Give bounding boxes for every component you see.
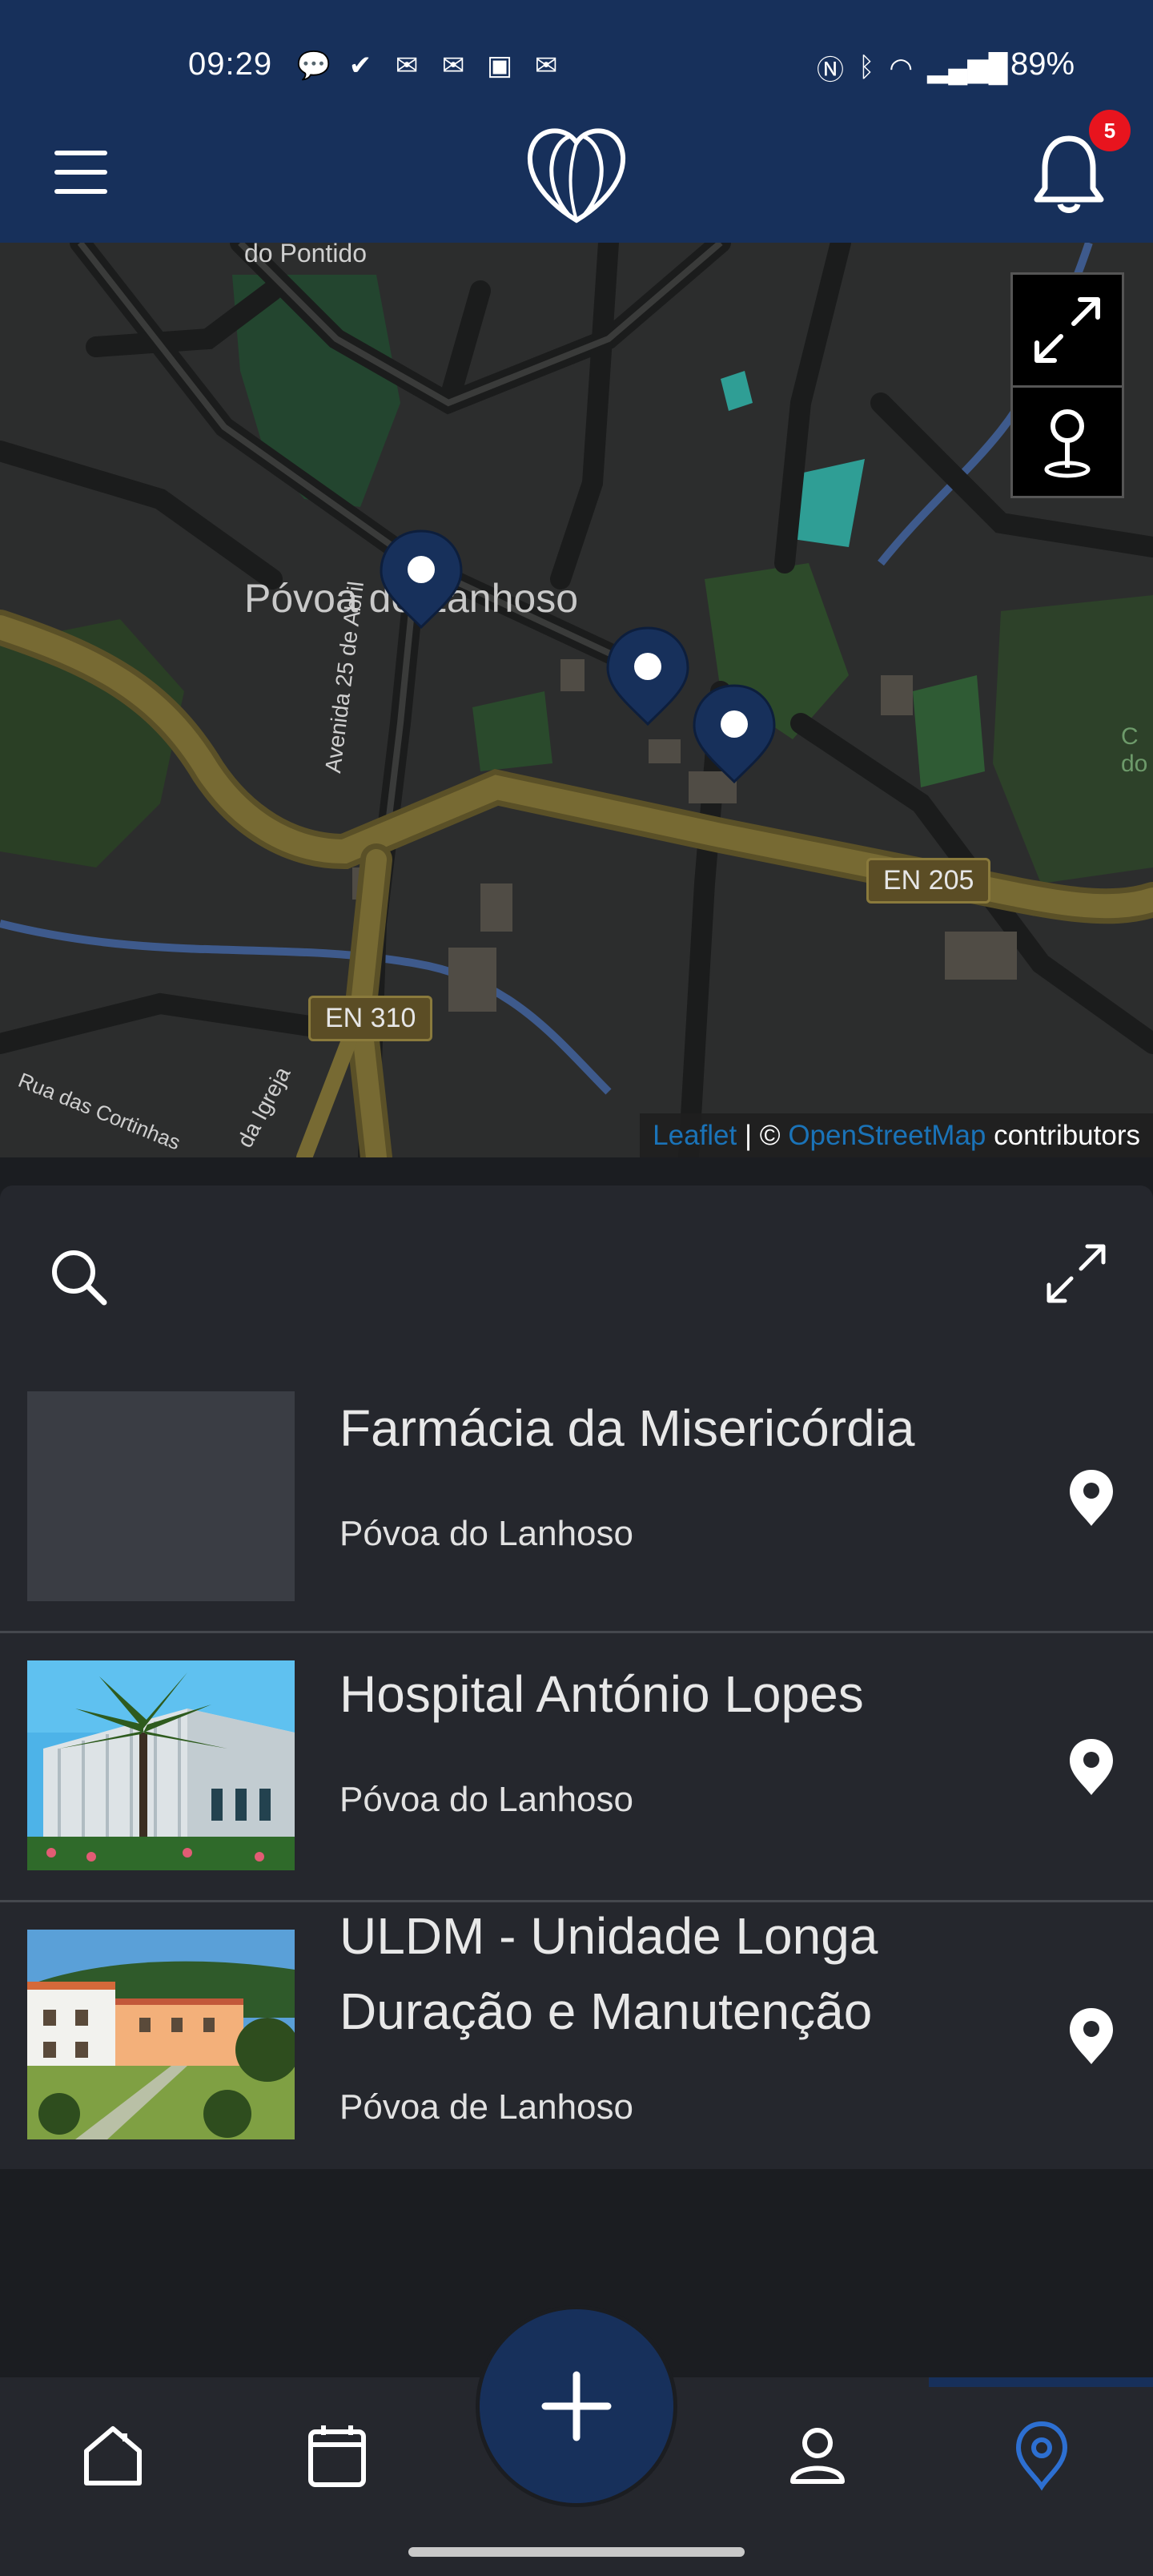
signal-icon: ▂▄▆█ (927, 52, 1008, 83)
location-pin-icon (1044, 409, 1091, 477)
list-item[interactable]: Farmácia da Misericórdia Póvoa do Lanhos… (0, 1363, 1153, 1632)
teams-icon: ▣ (486, 50, 513, 81)
check-icon: ✔ (348, 50, 372, 81)
notification-badge: 5 (1089, 110, 1131, 151)
place-location: Póvoa do Lanhoso (339, 1514, 633, 1553)
outlook-icon: ✉ (395, 50, 419, 81)
system-icons: Ⓝ ᛒ ◠ ▂▄▆█ (817, 48, 1008, 87)
map-label-pontido: do Pontido (244, 243, 368, 268)
outlook-icon: ✉ (441, 50, 465, 81)
map-tiles (0, 243, 1153, 1157)
location-pin-icon[interactable] (1068, 1737, 1115, 1797)
map-marker-pin[interactable] (377, 527, 465, 631)
map-view[interactable]: do Pontido Póvoa de Lanhoso Avenida 25 d… (0, 243, 1153, 1157)
leaflet-link[interactable]: Leaflet (653, 1120, 737, 1151)
map-label-right-edge: C do (1121, 723, 1148, 777)
add-button[interactable] (476, 2305, 677, 2507)
road-shield-en310: EN 310 (308, 996, 433, 1041)
active-tab-indicator (929, 2377, 1153, 2387)
expand-arrows-icon (1034, 297, 1100, 363)
hospital-building-photo (27, 1660, 295, 1870)
app-logo (527, 128, 626, 223)
home-indicator (408, 2547, 745, 2557)
bluetooth-icon: ᛒ (858, 52, 875, 83)
app-header: 09:29 💬 ✔ ✉ ✉ ▣ ✉ Ⓝ ᛒ ◠ ▂▄▆█ 89% 5 (0, 0, 1153, 243)
map-marker-pin[interactable] (690, 682, 778, 786)
chat-bubble-icon: 💬 (296, 50, 331, 81)
list-item[interactable]: ULDM - Unidade Longa Duração e Manutençã… (0, 1902, 1153, 2171)
openstreetmap-link[interactable]: OpenStreetMap (788, 1120, 986, 1151)
map-locate-button[interactable] (1013, 385, 1122, 496)
location-pin-icon[interactable] (1068, 2006, 1115, 2066)
search-icon[interactable] (48, 1246, 109, 1307)
add-icon (541, 2371, 612, 2441)
status-bar: 09:29 💬 ✔ ✉ ✉ ▣ ✉ Ⓝ ᛒ ◠ ▂▄▆█ 89% (0, 42, 1153, 90)
nfc-icon: Ⓝ (817, 55, 844, 86)
map-attribution: Leaflet | © OpenStreetMap contributors (640, 1113, 1153, 1157)
list-item[interactable]: Hospital António Lopes Póvoa do Lanhoso (0, 1632, 1153, 1902)
attribution-suffix: contributors (986, 1120, 1140, 1151)
home-icon[interactable] (77, 2419, 149, 2491)
map-marker-pin[interactable] (604, 624, 692, 728)
location-pin-icon[interactable] (1068, 1468, 1115, 1527)
map-controls (1010, 272, 1124, 498)
status-time: 09:29 (188, 46, 273, 82)
profile-icon[interactable] (781, 2419, 854, 2491)
expand-list-icon[interactable] (1044, 1242, 1108, 1306)
place-title: Hospital António Lopes (339, 1665, 864, 1723)
calendar-icon[interactable] (301, 2419, 373, 2491)
battery-level: 89% (1010, 46, 1075, 82)
place-title: Farmácia da Misericórdia (339, 1399, 915, 1457)
place-title-line-2: Duração e Manutenção (339, 1982, 873, 2040)
place-location: Póvoa de Lanhoso (339, 2087, 633, 2127)
place-location: Póvoa do Lanhoso (339, 1780, 633, 1819)
menu-icon[interactable] (54, 151, 110, 199)
care-unit-building-photo (27, 1930, 295, 2139)
outlook-icon: ✉ (534, 50, 558, 81)
attribution-separator: | © (737, 1120, 789, 1151)
road-shield-en205: EN 205 (866, 858, 991, 904)
place-title-line-1: ULDM - Unidade Longa (339, 1907, 878, 1965)
notification-icons: 💬 ✔ ✉ ✉ ▣ ✉ (296, 50, 564, 82)
map-pin-icon[interactable] (1006, 2419, 1078, 2491)
place-thumbnail-placeholder (27, 1391, 295, 1601)
wifi-icon: ◠ (889, 52, 914, 83)
map-fullscreen-button[interactable] (1013, 275, 1122, 385)
